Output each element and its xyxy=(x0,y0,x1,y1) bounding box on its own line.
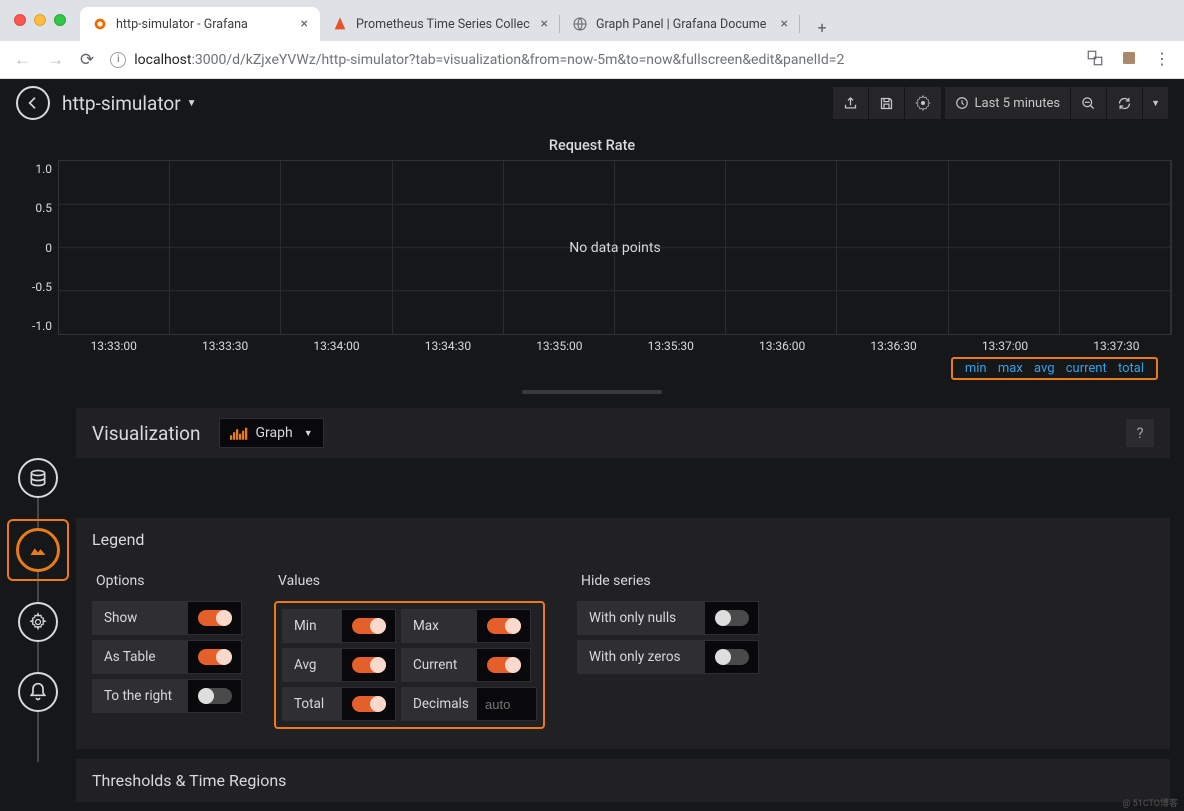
show-label: Show xyxy=(92,601,188,635)
help-button[interactable]: ? xyxy=(1126,419,1154,447)
x-axis: 13:33:0013:33:3013:34:0013:34:3013:35:00… xyxy=(12,339,1172,353)
translate-icon[interactable] xyxy=(1086,49,1104,71)
close-icon[interactable]: × xyxy=(301,16,308,32)
y-axis: 1.0 0.5 0 -0.5 -1.0 xyxy=(12,160,58,335)
thresholds-section-title: Thresholds & Time Regions xyxy=(76,759,1170,802)
visualization-tab[interactable] xyxy=(16,528,60,572)
close-icon[interactable]: × xyxy=(781,16,788,32)
grafana-favicon xyxy=(92,16,108,32)
profile-icon[interactable] xyxy=(1120,49,1138,71)
new-tab-button[interactable]: + xyxy=(808,13,836,41)
to-right-toggle[interactable] xyxy=(198,688,232,704)
decimals-input[interactable] xyxy=(485,697,528,712)
dashboard-title[interactable]: http-simulator ▼ xyxy=(62,92,197,115)
tab-title: Prometheus Time Series Collec xyxy=(356,17,530,32)
general-tab[interactable] xyxy=(18,602,58,642)
url-host: localhost xyxy=(134,52,191,68)
queries-tab[interactable] xyxy=(18,458,58,498)
browser-tab[interactable]: Prometheus Time Series Collec × xyxy=(320,7,560,41)
only-nulls-label: With only nulls xyxy=(577,601,705,635)
browser-tab[interactable]: Graph Panel | Grafana Docume × xyxy=(560,7,800,41)
info-icon[interactable]: i xyxy=(110,52,126,68)
resize-handle[interactable] xyxy=(522,390,662,394)
forward-button[interactable]: → xyxy=(47,50,64,70)
avg-toggle[interactable] xyxy=(352,657,386,673)
as-table-label: As Table xyxy=(92,640,188,674)
refresh-button[interactable] xyxy=(1107,87,1143,119)
tab-title: http-simulator - Grafana xyxy=(116,17,248,32)
url-field[interactable]: i localhost:3000/d/kZjxeYVWz/http-simula… xyxy=(110,52,1070,68)
min-toggle[interactable] xyxy=(352,618,386,634)
max-toggle[interactable] xyxy=(487,618,521,634)
browser-tab-active[interactable]: http-simulator - Grafana × xyxy=(80,7,320,41)
avg-label: Avg xyxy=(282,648,342,682)
only-nulls-toggle[interactable] xyxy=(715,610,749,626)
window-close[interactable] xyxy=(14,14,26,26)
prometheus-favicon xyxy=(332,16,348,32)
min-label: Min xyxy=(282,609,342,643)
legend-columns: min max avg current total xyxy=(951,357,1158,380)
only-zeros-label: With only zeros xyxy=(577,640,705,674)
settings-button[interactable] xyxy=(905,87,941,119)
show-toggle[interactable] xyxy=(198,610,232,626)
tab-title: Graph Panel | Grafana Docume xyxy=(596,17,766,32)
url-path: :3000/d/kZjxeYVWz/http-simulator?tab=vis… xyxy=(192,52,845,68)
to-right-label: To the right xyxy=(92,679,188,713)
zoom-out-button[interactable] xyxy=(1071,87,1107,119)
close-icon[interactable]: × xyxy=(541,16,548,32)
time-picker[interactable]: Last 5 minutes xyxy=(945,87,1072,119)
back-button[interactable]: ← xyxy=(14,50,31,70)
watermark: @ 51CTO博客 xyxy=(1122,796,1178,809)
share-button[interactable] xyxy=(833,87,869,119)
chevron-down-icon: ▼ xyxy=(187,98,197,109)
window-zoom[interactable] xyxy=(54,14,66,26)
visualization-label: Visualization xyxy=(92,422,201,445)
no-data-message: No data points xyxy=(569,240,660,256)
options-label: Options xyxy=(92,573,242,589)
total-toggle[interactable] xyxy=(352,696,386,712)
save-button[interactable] xyxy=(869,87,905,119)
refresh-dropdown[interactable]: ▼ xyxy=(1143,87,1168,119)
globe-favicon xyxy=(572,16,588,32)
chart-title: Request Rate xyxy=(12,131,1172,160)
as-table-toggle[interactable] xyxy=(198,649,232,665)
chart-plot[interactable]: 1.0 0.5 0 -0.5 -1.0 No data points xyxy=(12,160,1172,335)
window-minimize[interactable] xyxy=(34,14,46,26)
only-zeros-toggle[interactable] xyxy=(715,649,749,665)
hide-series-label: Hide series xyxy=(577,573,759,589)
total-label: Total xyxy=(282,687,342,721)
reload-button[interactable]: ⟳ xyxy=(80,50,94,70)
menu-icon[interactable]: ⋮ xyxy=(1154,49,1170,71)
current-toggle[interactable] xyxy=(487,657,521,673)
legend-section-title: Legend xyxy=(76,518,1170,561)
values-label: Values xyxy=(274,573,545,589)
visualization-type-select[interactable]: Graph xyxy=(219,418,324,448)
max-label: Max xyxy=(401,609,477,643)
decimals-label: Decimals xyxy=(401,687,477,721)
alert-tab[interactable] xyxy=(18,672,58,712)
visualization-header: Visualization Graph ? xyxy=(76,408,1170,458)
back-to-dashboard-button[interactable] xyxy=(16,86,50,120)
current-label: Current xyxy=(401,648,477,682)
